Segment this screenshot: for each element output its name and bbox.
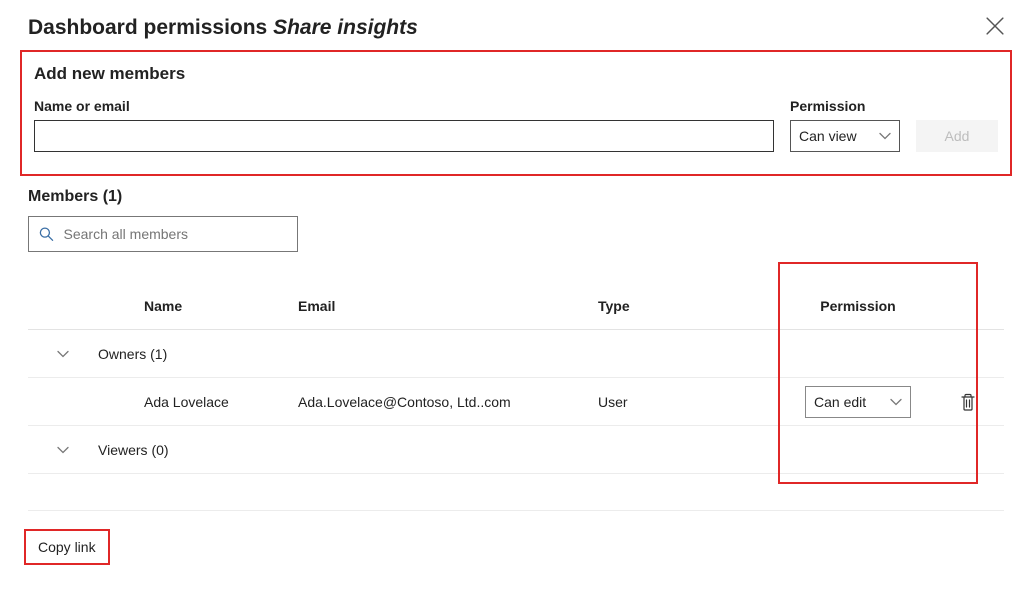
close-button[interactable] [986, 17, 1004, 40]
name-email-label: Name or email [34, 98, 774, 114]
group-owners-text: Owners [98, 346, 146, 362]
title-main: Dashboard permissions [28, 16, 267, 39]
col-type: Type [598, 298, 778, 314]
permission-select[interactable]: Can view [790, 120, 900, 152]
chevron-down-icon [879, 130, 891, 142]
search-members-box[interactable] [28, 216, 298, 252]
expand-owners-button[interactable] [28, 348, 98, 360]
members-heading-count: (1) [103, 188, 123, 205]
group-row-owners[interactable]: Owners (1) [28, 330, 1004, 378]
cell-type: User [598, 394, 778, 410]
group-viewers-label: Viewers (0) [98, 442, 1004, 458]
col-email: Email [298, 298, 598, 314]
page-title: Dashboard permissions Share insights [28, 16, 418, 40]
copy-link-label: Copy link [38, 539, 96, 555]
permission-label: Permission [790, 98, 900, 114]
add-button[interactable]: Add [916, 120, 998, 152]
chevron-down-icon [57, 444, 69, 456]
table-row: Ada Lovelace Ada.Lovelace@Contoso, Ltd..… [28, 378, 1004, 426]
search-members-input[interactable] [62, 225, 287, 243]
name-email-input[interactable] [34, 120, 774, 152]
dialog-header: Dashboard permissions Share insights [0, 0, 1032, 50]
copy-link-button[interactable]: Copy link [24, 529, 110, 565]
members-section: Members (1) Name Email Type Permission O… [28, 188, 1004, 474]
row-permission-select[interactable]: Can edit [805, 386, 911, 418]
members-table: Name Email Type Permission Owners (1) Ad… [28, 282, 1004, 474]
search-icon [39, 226, 54, 242]
group-viewers-count: (0) [151, 442, 168, 458]
add-members-heading: Add new members [34, 64, 998, 84]
col-permission: Permission [778, 298, 938, 314]
row-permission-value: Can edit [814, 394, 866, 410]
col-name: Name [98, 298, 298, 314]
add-members-section: Add new members Name or email Permission… [20, 50, 1012, 176]
close-icon [986, 17, 1004, 35]
cell-name: Ada Lovelace [98, 394, 298, 410]
group-viewers-text: Viewers [98, 442, 148, 458]
footer-separator [28, 510, 1004, 511]
members-heading: Members (1) [28, 188, 1004, 206]
cell-email: Ada.Lovelace@Contoso, Ltd..com [298, 394, 598, 410]
chevron-down-icon [57, 348, 69, 360]
group-row-viewers[interactable]: Viewers (0) [28, 426, 1004, 474]
title-subtitle: Share insights [273, 16, 418, 39]
group-owners-label: Owners (1) [98, 346, 1004, 362]
trash-icon[interactable] [960, 393, 976, 411]
permission-select-value: Can view [799, 128, 857, 144]
table-header-row: Name Email Type Permission [28, 282, 1004, 330]
group-owners-count: (1) [150, 346, 167, 362]
members-heading-text: Members [28, 188, 98, 205]
expand-viewers-button[interactable] [28, 444, 98, 456]
chevron-down-icon [890, 396, 902, 408]
